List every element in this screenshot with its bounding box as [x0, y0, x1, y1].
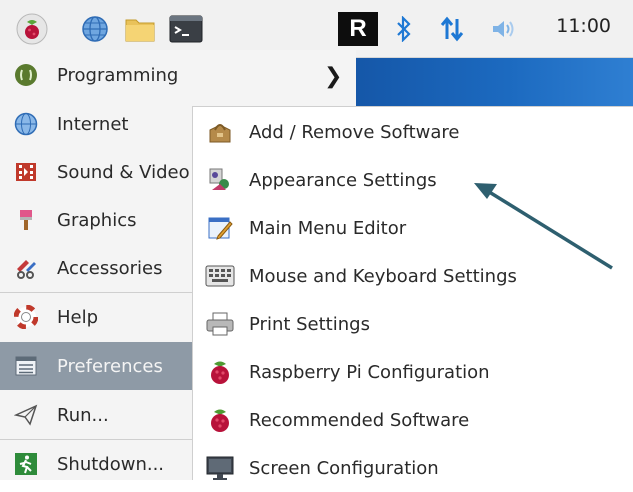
menu-label: Help: [57, 306, 99, 328]
raspberry-menu-icon[interactable]: [14, 12, 50, 46]
menu-item-preferences[interactable]: Preferences: [0, 342, 196, 390]
bluetooth-icon[interactable]: [392, 12, 416, 46]
menu-label: Accessories: [57, 257, 163, 279]
menu-item-graphics[interactable]: Graphics: [0, 196, 196, 244]
lifebuoy-icon: [13, 304, 39, 330]
file-manager-icon[interactable]: [122, 12, 158, 46]
submenu-label: Raspberry Pi Configuration: [249, 361, 490, 383]
printer-icon: [205, 309, 235, 339]
menu-label: Preferences: [57, 355, 163, 377]
submenu-label: Mouse and Keyboard Settings: [249, 265, 517, 287]
accessories-icon: [13, 255, 39, 281]
preferences-icon: [13, 353, 39, 379]
globe-icon: [13, 111, 39, 137]
terminal-icon[interactable]: [168, 12, 204, 46]
menu-item-accessories[interactable]: Accessories: [0, 244, 196, 292]
menu-label: Internet: [57, 113, 129, 135]
menu-item-help[interactable]: Help: [0, 293, 196, 341]
menu-label: Run...: [57, 404, 109, 426]
desktop-wallpaper: [356, 58, 633, 106]
paper-plane-icon: [13, 402, 39, 428]
volume-icon[interactable]: [488, 12, 520, 46]
menu-item-programming[interactable]: Programming ❯: [0, 51, 356, 99]
submenu-item-raspberry-pi-configuration[interactable]: Raspberry Pi Configuration: [193, 348, 633, 396]
menu-label: Programming: [57, 64, 179, 86]
network-icon[interactable]: [436, 12, 468, 46]
sound-video-icon: [13, 159, 39, 185]
menu-item-run[interactable]: Run...: [0, 391, 196, 439]
submenu-label: Appearance Settings: [249, 169, 437, 191]
menu-item-internet[interactable]: Internet: [0, 100, 196, 148]
submenu-item-appearance-settings[interactable]: Appearance Settings: [193, 156, 633, 204]
menu-editor-icon: [205, 213, 235, 243]
submenu-item-recommended-software[interactable]: Recommended Software: [193, 396, 633, 444]
realvnc-icon[interactable]: R: [338, 12, 378, 46]
package-icon: [205, 117, 235, 147]
submenu-label: Screen Configuration: [249, 457, 439, 479]
appearance-icon: [205, 165, 235, 195]
shutdown-icon: [13, 451, 39, 477]
paintbrush-icon: [13, 207, 39, 233]
web-browser-icon[interactable]: [78, 12, 112, 46]
menu-item-sound-video[interactable]: Sound & Video: [0, 148, 196, 196]
menu-label: Sound & Video: [57, 161, 190, 183]
vnc-label: R: [349, 15, 367, 42]
submenu-label: Print Settings: [249, 313, 370, 335]
menu-item-shutdown[interactable]: Shutdown...: [0, 440, 196, 488]
submenu-label: Main Menu Editor: [249, 217, 407, 239]
menu-label: Graphics: [57, 209, 137, 231]
preferences-submenu: Add / Remove Software Appearance Setting…: [192, 106, 633, 480]
keyboard-icon: [205, 261, 235, 291]
submenu-item-mouse-keyboard-settings[interactable]: Mouse and Keyboard Settings: [193, 252, 633, 300]
monitor-icon: [205, 453, 235, 483]
programming-icon: [13, 62, 39, 88]
submenu-item-main-menu-editor[interactable]: Main Menu Editor: [193, 204, 633, 252]
submenu-item-add-remove-software[interactable]: Add / Remove Software: [193, 108, 633, 156]
submenu-item-screen-configuration[interactable]: Screen Configuration: [193, 444, 633, 492]
clock[interactable]: 11:00: [556, 15, 611, 37]
raspberry-icon: [205, 405, 235, 435]
submenu-label: Recommended Software: [249, 409, 470, 431]
raspberry-icon: [205, 357, 235, 387]
menu-label: Shutdown...: [57, 453, 165, 475]
submenu-item-print-settings[interactable]: Print Settings: [193, 300, 633, 348]
submenu-label: Add / Remove Software: [249, 121, 460, 143]
submenu-arrow-icon: ❯: [324, 64, 343, 89]
